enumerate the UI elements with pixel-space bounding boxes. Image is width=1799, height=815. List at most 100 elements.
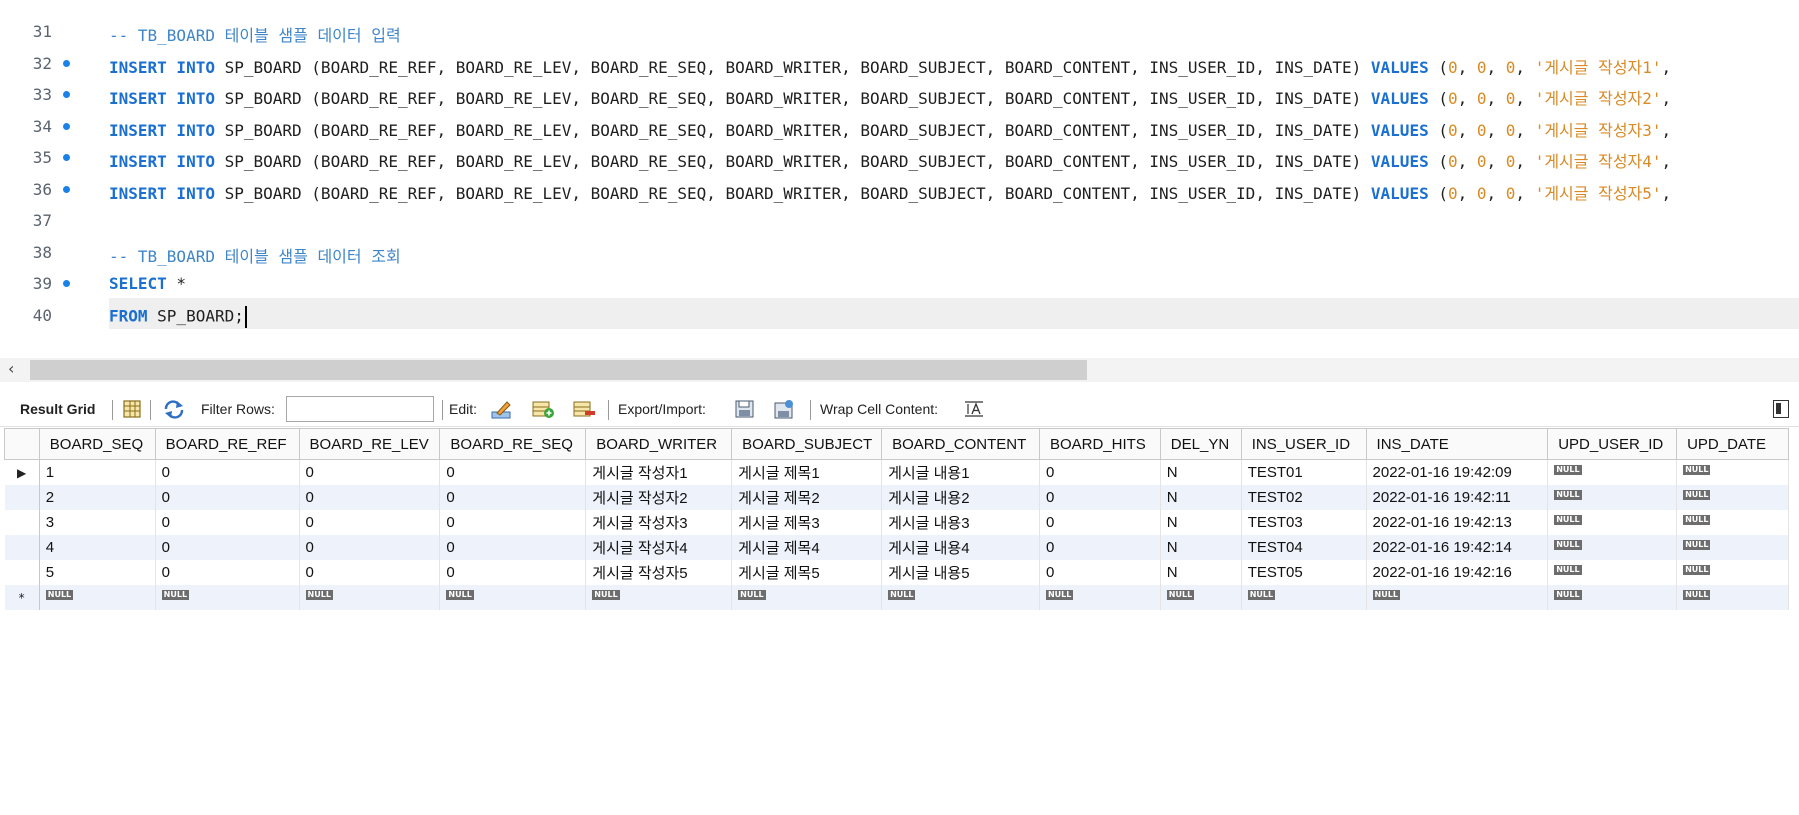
- table-cell[interactable]: 0: [1039, 459, 1161, 485]
- table-row[interactable]: 2 0 0 0 게시글 작성자2 게시글 제목2 게시글 내용2 0 N TEST02 2022-0…: [4, 485, 1789, 510]
- table-cell[interactable]: NULL: [1676, 510, 1789, 535]
- column-header[interactable]: BOARD_SUBJECT: [731, 428, 883, 460]
- table-cell[interactable]: NULL: [1547, 485, 1678, 510]
- table-cell[interactable]: 0: [299, 459, 441, 485]
- row-header[interactable]: [4, 510, 40, 535]
- table-cell[interactable]: N: [1160, 510, 1242, 535]
- table-cell[interactable]: 2022-01-16 19:42:09: [1366, 459, 1549, 485]
- table-cell[interactable]: 2: [39, 485, 156, 510]
- table-cell[interactable]: 게시글 제목1: [731, 459, 883, 485]
- table-cell[interactable]: TEST05: [1241, 560, 1367, 585]
- table-cell[interactable]: 0: [439, 510, 587, 535]
- code-line[interactable]: 33 INSERT INTO SP_BOARD (BOARD_RE_REF, BO…: [0, 79, 1799, 110]
- table-cell[interactable]: NULL: [1676, 485, 1789, 510]
- grid-view-icon[interactable]: [121, 398, 145, 420]
- table-cell[interactable]: 게시글 제목5: [731, 560, 883, 585]
- table-cell[interactable]: NULL: [1547, 585, 1678, 610]
- delete-row-icon[interactable]: [572, 398, 596, 420]
- table-cell[interactable]: 0: [155, 510, 300, 535]
- table-row[interactable]: 3 0 0 0 게시글 작성자3 게시글 제목3 게시글 내용3 0 N TEST03 2022-0…: [4, 510, 1789, 535]
- import-icon[interactable]: [772, 398, 796, 420]
- result-grid[interactable]: BOARD_SEQ BOARD_RE_REF BOARD_RE_LEV BOARD_R…: [4, 428, 1789, 610]
- table-cell[interactable]: NULL: [1547, 510, 1678, 535]
- table-cell[interactable]: 게시글 작성자2: [585, 485, 733, 510]
- column-header[interactable]: UPD_USER_ID: [1547, 428, 1678, 460]
- editor-horizontal-scrollbar[interactable]: ‹: [0, 358, 1799, 382]
- row-header[interactable]: [4, 485, 40, 510]
- table-cell[interactable]: 게시글 작성자5: [585, 560, 733, 585]
- column-header[interactable]: DEL_YN: [1159, 428, 1242, 460]
- table-cell[interactable]: 게시글 작성자1: [585, 459, 733, 485]
- table-cell[interactable]: NULL: [731, 585, 883, 610]
- code-line[interactable]: 32 INSERT INTO SP_BOARD (BOARD_RE_REF, BO…: [0, 48, 1799, 79]
- table-cell[interactable]: NULL: [1547, 459, 1678, 485]
- table-cell[interactable]: 2022-01-16 19:42:16: [1366, 560, 1549, 585]
- sql-editor[interactable]: 31 -- TB_BOARD 테이블 샘플 데이터 입력 32 INSERT INTO…: [0, 0, 1799, 360]
- table-cell[interactable]: 게시글 작성자3: [585, 510, 733, 535]
- table-cell[interactable]: NULL: [439, 585, 587, 610]
- table-cell[interactable]: 0: [155, 459, 300, 485]
- table-cell[interactable]: TEST01: [1241, 459, 1367, 485]
- scroll-left-arrow-icon[interactable]: ‹: [8, 359, 14, 378]
- table-cell[interactable]: 게시글 제목2: [731, 485, 883, 510]
- table-cell[interactable]: N: [1160, 485, 1242, 510]
- table-cell[interactable]: N: [1160, 560, 1242, 585]
- table-row[interactable]: 4 0 0 0 게시글 작성자4 게시글 제목4 게시글 내용4 0 N TEST04 2022-0…: [4, 535, 1789, 560]
- table-cell[interactable]: 0: [1039, 560, 1161, 585]
- table-cell[interactable]: 게시글 작성자4: [585, 535, 733, 560]
- table-cell[interactable]: 0: [439, 535, 587, 560]
- table-cell[interactable]: 3: [39, 510, 156, 535]
- statement-marker-icon[interactable]: [63, 154, 70, 161]
- column-header[interactable]: BOARD_CONTENT: [881, 428, 1040, 460]
- table-row[interactable]: 5 0 0 0 게시글 작성자5 게시글 제목5 게시글 내용5 0 N TEST05 2022-0…: [4, 560, 1789, 585]
- scrollbar-thumb[interactable]: [30, 360, 1087, 380]
- code-line[interactable]: 39 SELECT *: [0, 268, 1799, 299]
- table-row[interactable]: ▶ 1 0 0 0 게시글 작성자1 게시글 제목1 게시글 내용1 0 N TEST01 2022-…: [4, 459, 1789, 485]
- table-cell[interactable]: TEST02: [1241, 485, 1367, 510]
- column-header[interactable]: BOARD_HITS: [1038, 428, 1161, 460]
- column-header[interactable]: INS_USER_ID: [1240, 428, 1367, 460]
- table-cell[interactable]: 게시글 내용5: [881, 560, 1040, 585]
- table-cell[interactable]: 0: [439, 560, 587, 585]
- table-cell[interactable]: 1: [39, 459, 156, 485]
- table-cell[interactable]: 2022-01-16 19:42:11: [1366, 485, 1549, 510]
- statement-marker-icon[interactable]: [63, 122, 70, 130]
- table-cell[interactable]: 0: [439, 485, 587, 510]
- table-cell[interactable]: NULL: [1547, 535, 1678, 560]
- column-header[interactable]: BOARD_RE_LEV: [298, 428, 441, 460]
- table-cell[interactable]: NULL: [881, 585, 1040, 610]
- table-cell[interactable]: 0: [1039, 510, 1161, 535]
- table-cell[interactable]: TEST04: [1241, 535, 1367, 560]
- table-cell[interactable]: 0: [299, 535, 441, 560]
- table-cell[interactable]: 0: [439, 459, 587, 485]
- column-header[interactable]: UPD_DATE: [1676, 428, 1789, 460]
- table-cell[interactable]: 0: [299, 510, 441, 535]
- code-line[interactable]: 35 INSERT INTO SP_BOARD (BOARD_RE_REF, BO…: [0, 142, 1799, 173]
- code-line[interactable]: 34 INSERT INTO SP_BOARD (BOARD_RE_REF, BO…: [0, 111, 1799, 142]
- row-header[interactable]: *: [4, 585, 40, 610]
- statement-marker-icon[interactable]: [63, 59, 70, 67]
- wrap-text-icon[interactable]: [962, 398, 986, 420]
- code-line[interactable]: 37: [0, 205, 1799, 236]
- row-header[interactable]: [4, 535, 40, 560]
- column-header[interactable]: BOARD_RE_REF: [154, 428, 300, 460]
- table-cell[interactable]: NULL: [1676, 585, 1789, 610]
- table-cell[interactable]: 0: [299, 560, 441, 585]
- statement-marker-icon[interactable]: [63, 185, 70, 193]
- table-cell[interactable]: 게시글 내용2: [881, 485, 1040, 510]
- table-cell[interactable]: NULL: [1039, 585, 1161, 610]
- table-cell[interactable]: 2022-01-16 19:42:13: [1366, 510, 1549, 535]
- table-cell[interactable]: NULL: [1676, 560, 1789, 585]
- table-cell[interactable]: NULL: [299, 585, 441, 610]
- refresh-icon[interactable]: [162, 398, 186, 420]
- column-header[interactable]: BOARD_WRITER: [585, 428, 733, 460]
- table-cell[interactable]: 5: [39, 560, 156, 585]
- table-cell[interactable]: 0: [1039, 535, 1161, 560]
- table-cell[interactable]: 0: [155, 485, 300, 510]
- row-header[interactable]: ▶: [4, 459, 40, 485]
- table-cell[interactable]: N: [1160, 459, 1242, 485]
- table-cell[interactable]: NULL: [585, 585, 733, 610]
- filter-rows-input[interactable]: [286, 396, 434, 422]
- column-header[interactable]: BOARD_SEQ: [38, 428, 156, 460]
- table-cell[interactable]: 0: [155, 535, 300, 560]
